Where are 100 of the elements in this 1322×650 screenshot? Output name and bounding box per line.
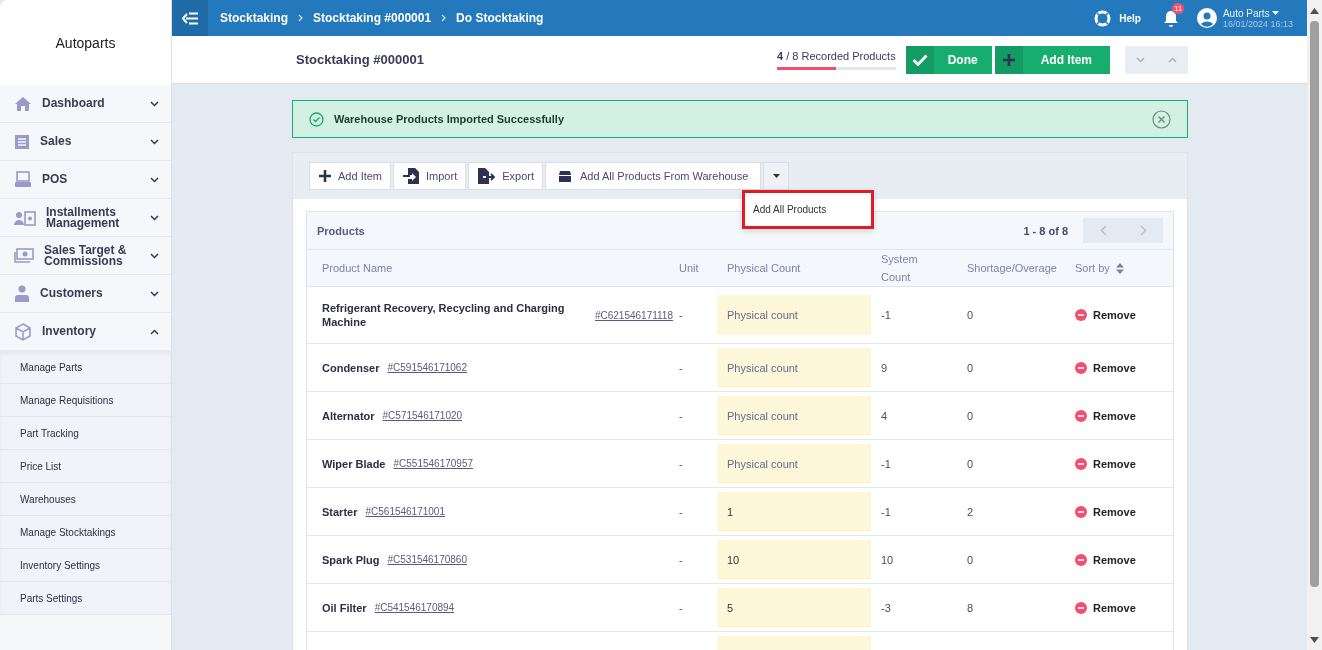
pagination-info: 1 - 8 of 8: [1023, 224, 1068, 237]
submenu-item[interactable]: Manage Stocktakings: [0, 516, 171, 549]
submenu-item[interactable]: Manage Parts: [0, 351, 171, 384]
scroll-down-icon[interactable]: [1310, 637, 1319, 644]
physical-count-field[interactable]: 5: [717, 587, 871, 628]
column-header: Physical Count: [726, 262, 802, 274]
check-circle-icon: [309, 111, 324, 127]
breadcrumb-link[interactable]: Stocktaking: [220, 11, 288, 25]
breadcrumb-link[interactable]: Stocktaking #000001: [313, 11, 432, 25]
dropdown-menu-item[interactable]: Add All Products: [742, 190, 874, 229]
minus-circle-icon: [1075, 457, 1087, 470]
table-cell-text: -1: [880, 505, 892, 518]
plus-icon: [1001, 52, 1016, 67]
collapse-menu-icon: [181, 11, 199, 25]
table-cell-text: 0: [966, 309, 975, 321]
box-icon: [558, 169, 572, 183]
toolbar-button[interactable]: Import: [393, 162, 467, 190]
table-cell-text: 0: [966, 553, 975, 566]
chevron-right-icon: [1139, 225, 1147, 236]
physical-count-field[interactable]: Physical count: [717, 347, 871, 388]
chevron-down-icon: [150, 138, 159, 145]
remove-button[interactable]: Remove: [1075, 309, 1173, 321]
product-name: Wiper Blade: [322, 457, 386, 470]
remove-button[interactable]: Remove: [1075, 553, 1173, 566]
minus-circle-icon: [1075, 409, 1087, 422]
chevron-down-icon: [150, 214, 159, 221]
column-header: Unit: [679, 262, 700, 274]
minus-circle-icon: [1075, 309, 1087, 321]
file-import-icon: [402, 167, 421, 185]
sort-icon: [1115, 262, 1124, 274]
physical-count-field[interactable]: Physical count: [717, 395, 871, 436]
scrollbar[interactable]: [1307, 0, 1322, 650]
scroll-up-icon[interactable]: [1310, 8, 1319, 15]
toolbar-button[interactable]: Add Item: [309, 162, 392, 190]
chevron-up-icon: [1167, 56, 1177, 63]
product-name: Condenser: [322, 361, 380, 374]
physical-count-field[interactable]: 10: [717, 539, 871, 580]
plus-icon: [318, 169, 332, 183]
product-code-link[interactable]: #C571546171020: [382, 410, 463, 421]
table-cell-text: -: [679, 553, 684, 566]
table-cell-text: -: [679, 361, 684, 374]
dropdown-toggle-button[interactable]: [763, 162, 790, 190]
sort-control[interactable]: Sort by: [1075, 262, 1173, 274]
remove-button[interactable]: Remove: [1075, 505, 1173, 518]
minus-circle-icon: [1075, 361, 1087, 374]
receipt-icon: [14, 133, 30, 150]
table-cell-text: -: [679, 457, 684, 470]
table-cell-text: 0: [966, 457, 975, 470]
remove-button[interactable]: Remove: [1075, 409, 1173, 422]
check-icon: [911, 53, 928, 66]
product-code-link[interactable]: #C541546170894: [374, 602, 455, 613]
product-code-link[interactable]: #C551546170957: [393, 458, 473, 469]
person-card-icon: [14, 209, 36, 226]
chevron-up-icon: [150, 328, 159, 335]
chevron-down-icon: [150, 100, 159, 107]
file-export-icon: [477, 167, 497, 185]
bell-icon[interactable]: [1162, 9, 1179, 27]
table-cell-text: 8: [966, 601, 975, 614]
physical-count-field[interactable]: 1: [717, 491, 871, 532]
breadcrumb-link[interactable]: Do Stocktaking: [456, 11, 544, 25]
remove-button[interactable]: Remove: [1075, 601, 1173, 614]
user-avatar-icon[interactable]: [1196, 8, 1217, 28]
caret-icon: [772, 174, 780, 178]
menu-toggle-button[interactable]: [172, 0, 208, 36]
caret-icon: [1271, 11, 1279, 15]
toolbar-button[interactable]: Add All Products From Warehouse: [545, 162, 762, 190]
table-cell-text: 9: [880, 361, 889, 374]
product-code-link[interactable]: #C621546171118: [594, 309, 673, 321]
submenu-item[interactable]: Manage Requisitions: [0, 384, 171, 417]
user-menu[interactable]: Auto Parts: [1222, 7, 1293, 19]
table-cell-text: -: [679, 409, 684, 422]
physical-count-field[interactable]: Physical count: [717, 443, 871, 484]
recorded-count: 4 / 8 Recorded Products: [777, 49, 896, 62]
submenu-item[interactable]: Price List: [0, 450, 171, 483]
help-link[interactable]: Help: [1119, 12, 1141, 24]
submenu-item[interactable]: Inventory Settings: [0, 549, 171, 582]
product-code-link[interactable]: #C531546170860: [387, 554, 467, 565]
section-title: Products: [317, 224, 366, 237]
product-name: Refrigerant Recovery, Recycling and Charging Machine: [322, 301, 566, 329]
submenu-item[interactable]: Parts Settings: [0, 582, 171, 615]
alert-message: Warehouse Products Imported Successfully: [334, 113, 566, 125]
toolbar-button[interactable]: Export: [468, 162, 543, 190]
remove-button[interactable]: Remove: [1075, 361, 1173, 374]
banknote-icon: [14, 248, 34, 263]
column-header: Shortage/Overage: [966, 262, 1058, 274]
lifebuoy-icon[interactable]: [1094, 9, 1112, 27]
submenu-item[interactable]: Part Tracking: [0, 417, 171, 450]
product-code-link[interactable]: #C591546171062: [387, 362, 467, 373]
current-datetime: 16/01/2024 16:13: [1222, 18, 1293, 29]
product-code-link[interactable]: #C561546171001: [365, 506, 445, 517]
table-cell-text: -3: [880, 601, 892, 614]
remove-button[interactable]: Remove: [1075, 457, 1173, 470]
submenu-item[interactable]: Warehouses: [0, 483, 171, 516]
close-icon[interactable]: [1152, 109, 1171, 129]
table-cell-text: -1: [880, 309, 892, 321]
table-cell-text: -1: [880, 457, 892, 470]
chevron-right-icon: [441, 14, 447, 22]
product-name: Oil Filter: [322, 601, 367, 614]
physical-count-field[interactable]: Physical count: [717, 295, 871, 335]
table-cell-text: -: [679, 309, 684, 321]
